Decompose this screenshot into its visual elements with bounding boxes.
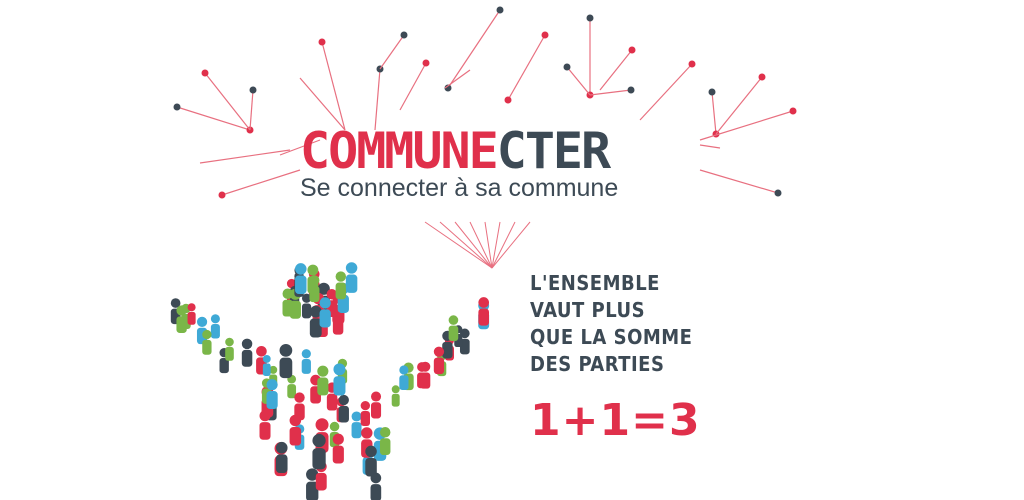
- network-line: [715, 76, 763, 135]
- person-icon: [176, 305, 187, 334]
- network-line: [699, 169, 779, 194]
- slogan-line: DES PARTIES: [530, 352, 665, 376]
- network-dot: [218, 191, 226, 199]
- network-dot: [586, 14, 594, 22]
- network-line: [199, 149, 291, 164]
- network-dot: [789, 107, 797, 115]
- brand-logo: COMMUNECTER: [300, 126, 611, 176]
- network-line: [447, 9, 501, 89]
- person-icon: [301, 349, 311, 374]
- network-line: [589, 89, 632, 96]
- person-icon: [338, 394, 349, 423]
- person-icon: [295, 263, 307, 295]
- network-dot: [563, 63, 571, 71]
- network-line: [374, 68, 381, 131]
- network-line: [599, 49, 633, 91]
- person-icon: [319, 297, 331, 328]
- person-icon: [187, 303, 196, 325]
- network-line: [176, 106, 251, 131]
- slogan-line: L'ENSEMBLE: [530, 271, 660, 295]
- network-line: [711, 91, 717, 135]
- person-icon: [370, 472, 382, 500]
- network-line: [249, 89, 254, 131]
- person-icon: [391, 385, 400, 407]
- person-icon: [262, 355, 271, 377]
- person-icon: [332, 433, 344, 464]
- slogan: L'ENSEMBLE VAUT PLUS QUE LA SOMME DES PA…: [530, 270, 692, 378]
- network-line: [639, 63, 693, 121]
- equation: 1+1=3: [530, 395, 701, 446]
- network-dot: [758, 73, 766, 81]
- person-icon: [433, 346, 445, 375]
- brand-part-cter: CTER: [496, 122, 611, 180]
- network-line: [399, 62, 427, 111]
- person-icon: [317, 365, 329, 396]
- tagline: Se connecter à sa commune: [300, 174, 619, 202]
- person-icon: [287, 374, 297, 399]
- person-icon: [309, 275, 320, 303]
- network-line: [699, 144, 721, 149]
- person-icon: [279, 344, 293, 379]
- network-line: [221, 169, 301, 196]
- network-dot: [422, 59, 430, 67]
- network-line: [507, 34, 546, 101]
- person-icon: [417, 362, 427, 389]
- person-icon: [333, 363, 346, 396]
- network-dot: [201, 69, 209, 77]
- person-icon: [360, 400, 371, 426]
- person-icon: [225, 337, 234, 361]
- network-line: [379, 34, 405, 70]
- network-dot: [173, 103, 181, 111]
- network-dot: [774, 189, 782, 197]
- person-icon: [289, 414, 302, 446]
- network-line: [566, 66, 591, 96]
- network-dot: [249, 86, 257, 94]
- network-dot: [628, 46, 636, 54]
- person-icon: [371, 391, 382, 419]
- slogan-line: VAUT PLUS: [530, 298, 646, 322]
- network-dot: [688, 60, 696, 68]
- network-dot: [541, 31, 549, 39]
- network-dot: [627, 86, 635, 94]
- slogan-line: QUE LA SOMME: [530, 325, 693, 349]
- person-icon: [266, 379, 278, 410]
- network-dot: [496, 6, 504, 14]
- person-icon: [275, 441, 288, 473]
- person-icon: [282, 288, 293, 317]
- person-icon: [345, 262, 358, 293]
- person-icon: [312, 433, 326, 470]
- person-icon: [448, 315, 459, 342]
- person-icon: [365, 445, 377, 477]
- person-icon: [202, 329, 212, 355]
- network-dot: [708, 88, 716, 96]
- person-icon: [379, 427, 391, 456]
- crowd-figure-illustration: [170, 262, 490, 500]
- brand-part-commune: COMMUNE: [300, 122, 499, 180]
- person-icon: [241, 338, 253, 367]
- network-dot: [318, 38, 326, 46]
- person-icon: [210, 314, 220, 339]
- network-dot: [504, 96, 512, 104]
- person-icon: [478, 297, 490, 326]
- person-icon: [335, 271, 347, 300]
- network-dot: [400, 31, 408, 39]
- person-icon: [351, 411, 362, 439]
- person-icon: [399, 365, 409, 391]
- network-line: [204, 72, 251, 131]
